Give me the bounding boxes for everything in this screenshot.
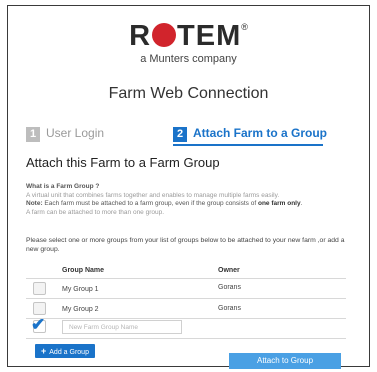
column-header-owner: Owner [218, 267, 240, 274]
rotem-logo: R TEM® [0, 22, 377, 51]
brand-tagline: a Munters company [140, 53, 237, 65]
page-title: Farm Web Connection [108, 85, 269, 102]
column-header-group-name: Group Name [62, 267, 105, 274]
row-divider [26, 298, 346, 299]
add-group-label: Add a Group [49, 349, 89, 356]
step-attach-farm[interactable]: 2 Attach Farm to a Group [173, 126, 327, 142]
group-name: My Group 2 [62, 306, 99, 313]
logo-registered-mark: ® [241, 22, 248, 32]
note-label: Note: [26, 200, 43, 207]
group-owner: Gorans [218, 305, 241, 312]
group-owner: Gorans [218, 284, 241, 291]
farm-group-info: What is a Farm Group ? A virtual unit th… [26, 183, 366, 217]
plus-icon: + [41, 346, 47, 356]
group-checkbox[interactable] [33, 282, 46, 295]
group-name: My Group 1 [62, 286, 99, 293]
checkmark-icon: ✔ [31, 315, 46, 334]
instructions-text: Please select one or more groups from yo… [26, 237, 345, 253]
logo-red-circle [152, 23, 177, 47]
note-tail: A farm can be attached to more than one … [26, 208, 165, 216]
step-label: User Login [46, 126, 105, 140]
row-divider [26, 318, 346, 319]
new-group-name-input[interactable] [62, 320, 182, 334]
attach-to-group-button[interactable]: Attach to Group [229, 353, 341, 369]
note-text: Each farm must be attached to a farm gro… [44, 200, 257, 207]
logo-wordmark: R TEM [129, 20, 242, 52]
info-definition: A virtual unit that combines farms toget… [26, 191, 280, 199]
group-checkbox[interactable] [33, 302, 46, 315]
step-label: Attach Farm to a Group [193, 126, 328, 140]
step-number: 2 [173, 127, 187, 142]
row-divider [26, 338, 346, 339]
step-user-login[interactable]: 1 User Login [26, 126, 104, 142]
note-emphasis: one farm only [257, 200, 301, 207]
info-question: What is a Farm Group ? [26, 183, 100, 190]
step-number: 1 [26, 127, 40, 142]
add-group-button[interactable]: + Add a Group [35, 344, 95, 358]
section-title: Attach this Farm to a Farm Group [26, 155, 220, 170]
active-step-indicator [173, 144, 323, 146]
info-note: Note: Each farm must be attached to a fa… [26, 200, 303, 207]
header-divider [26, 278, 346, 279]
